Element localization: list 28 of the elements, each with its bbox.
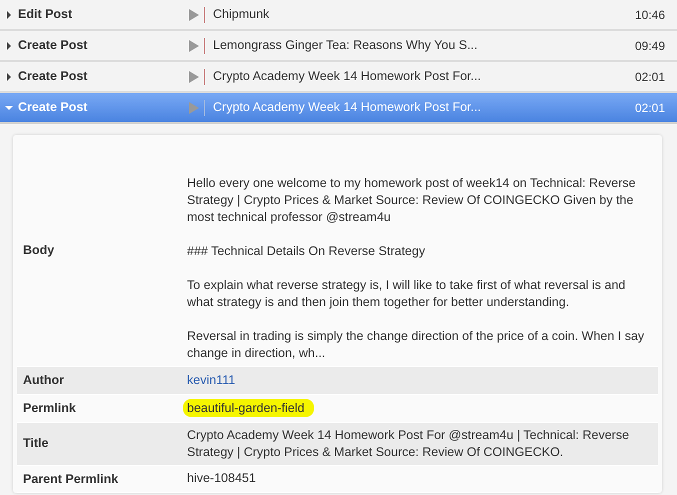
play-icon[interactable] [188,70,200,82]
event-action: Create Post [18,37,88,54]
event-time: 02:01 [634,100,665,116]
field-label: Permlink [22,400,77,417]
play-icon[interactable] [188,40,200,52]
event-title: Lemongrass Ginger Tea: Reasons Why You S... [213,37,479,54]
event-title: Crypto Academy Week 14 Homework Post For... [213,68,482,86]
caret-icon[interactable] [5,72,13,80]
field-label: Author [22,372,65,389]
field-label: Body [22,242,56,260]
author-link[interactable]: kevin111 [187,372,236,387]
event-time: 02:01 [634,68,665,86]
event-action: Edit Post [18,6,74,24]
field-value: beautiful-garden-field [183,398,314,417]
field-label: Parent Permlink [22,470,120,488]
event-title: Crypto Academy Week 14 Homework Post For... [213,99,482,116]
caret-icon[interactable] [5,42,13,50]
play-icon[interactable] [188,8,200,20]
field-value: Hello every one welcome to my homework post of week14 on Technical: Reverse Strategy | Crypto Prices & Market Source: Review Of COINGECKO Given by the most technical professor @stream4u ### Technical Details On Reverse Strategy To explain what reverse strategy is, I will like to take first of what reversal is and what strategy is and then join them together for better understanding. Reversal in trading is simply the change direction of the price of a coin. When I say change in direction, wh... [187,176,644,360]
event-title: Chipmunk [213,6,270,24]
event-time: 09:49 [634,38,665,54]
field-label: Title [22,435,50,452]
event-time: 10:46 [634,6,665,24]
field-value: hive-108451 [187,471,256,486]
event-action: Create Post [18,68,88,86]
field-value: Crypto Academy Week 14 Homework Post For @stream4u | Technical: Reverse Strategy | Crypto Prices & Market Source: Review Of COINGECKO. [187,428,630,458]
caret-icon[interactable] [5,10,13,18]
event-action: Create Post [18,99,88,116]
